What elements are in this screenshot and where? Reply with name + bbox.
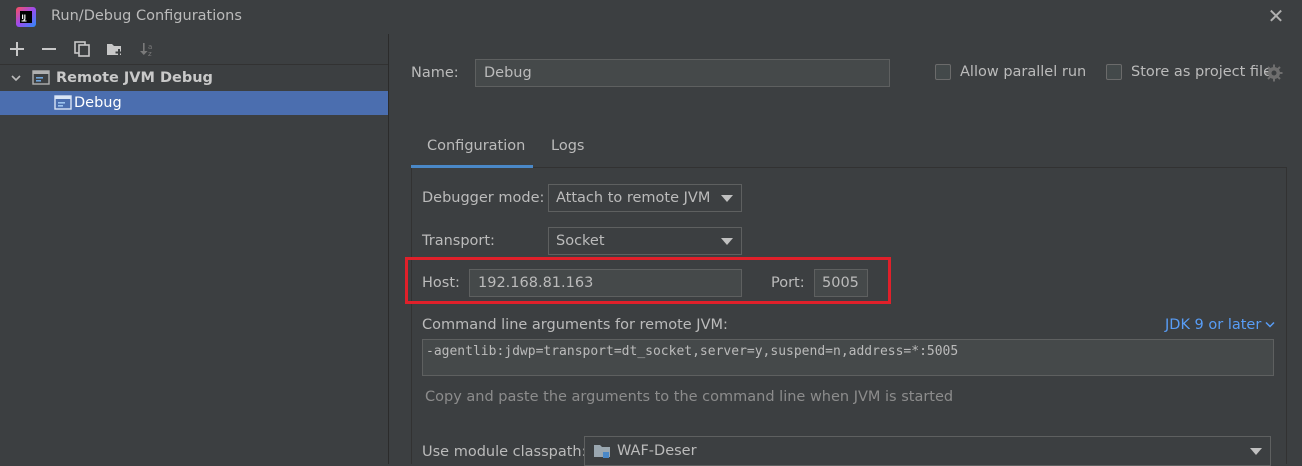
add-icon[interactable]	[6, 38, 28, 60]
module-folder-icon	[593, 443, 611, 459]
highlight-box	[405, 257, 891, 304]
configuration-panel	[411, 168, 1287, 464]
module-classpath-select[interactable]: WAF-Deser	[584, 436, 1271, 466]
name-label: Name:	[411, 65, 459, 81]
tree-group-remote-jvm-debug[interactable]: Remote JVM Debug	[0, 66, 388, 90]
chevron-down-icon[interactable]	[10, 72, 22, 84]
svg-text:IJ: IJ	[22, 14, 26, 21]
store-project-label: Store as project file	[1131, 64, 1272, 80]
close-button[interactable]: ✕	[1266, 4, 1286, 28]
close-icon[interactable]: ✕	[1268, 4, 1285, 28]
tab-logs[interactable]: Logs	[551, 138, 584, 154]
cmd-args-field[interactable]: -agentlib:jdwp=transport=dt_socket,serve…	[422, 339, 1274, 376]
chevron-down-icon	[721, 238, 733, 245]
jdk-version-label: JDK 9 or later	[1165, 317, 1262, 333]
tree-item-debug[interactable]: Debug	[0, 91, 388, 115]
svg-text:z: z	[148, 50, 152, 57]
tab-configuration[interactable]: Configuration	[427, 138, 525, 154]
name-field-value: Debug	[484, 65, 532, 81]
tree-group-label: Remote JVM Debug	[56, 70, 213, 86]
allow-parallel-checkbox[interactable]	[935, 64, 951, 80]
module-classpath-value: WAF-Deser	[617, 443, 697, 459]
gear-icon[interactable]	[1265, 64, 1283, 82]
remove-icon[interactable]	[38, 38, 60, 60]
jdk-version-link[interactable]: JDK 9 or later	[1165, 317, 1275, 333]
intellij-logo-icon: IJ	[16, 7, 36, 27]
chevron-down-icon	[721, 195, 733, 202]
debugger-mode-value: Attach to remote JVM	[556, 190, 711, 206]
debugger-mode-label: Debugger mode:	[422, 190, 545, 206]
debugger-mode-select[interactable]: Attach to remote JVM	[548, 184, 742, 212]
window-title: Run/Debug Configurations	[51, 8, 242, 24]
remote-debug-icon	[32, 70, 50, 86]
chevron-down-icon	[1250, 448, 1262, 455]
transport-value: Socket	[556, 233, 605, 249]
cmd-args-hint: Copy and paste the arguments to the comm…	[425, 389, 954, 405]
transport-label: Transport:	[422, 233, 495, 249]
tree-item-label: Debug	[74, 95, 122, 111]
allow-parallel-label: Allow parallel run	[960, 64, 1087, 80]
cmd-args-label: Command line arguments for remote JVM:	[422, 317, 728, 333]
transport-select[interactable]: Socket	[548, 227, 742, 255]
module-classpath-label: Use module classpath:	[422, 444, 587, 460]
name-field[interactable]: Debug	[475, 59, 890, 87]
store-project-checkbox[interactable]	[1106, 64, 1122, 80]
new-folder-icon[interactable]	[104, 38, 126, 60]
copy-icon[interactable]	[71, 38, 93, 60]
sort-icon[interactable]: az	[136, 38, 158, 60]
cmd-args-value: -agentlib:jdwp=transport=dt_socket,serve…	[426, 344, 959, 359]
remote-debug-icon	[54, 95, 72, 111]
chevron-down-icon	[1265, 321, 1275, 329]
